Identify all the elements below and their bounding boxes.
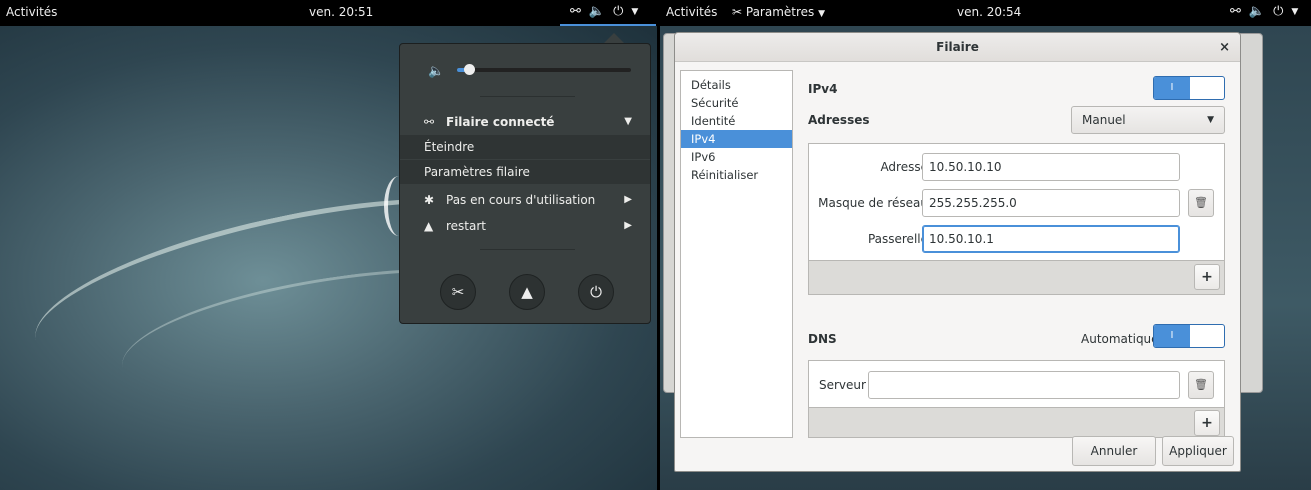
dns-toolbar: + [808, 408, 1225, 438]
network-icon: ⚯ [1230, 4, 1241, 19]
activities-button[interactable]: Activités [6, 5, 57, 19]
menu-item-bluetooth[interactable]: ✱ Pas en cours d'utilisation ▶ [400, 188, 650, 212]
menu-item-turn-off[interactable]: Éteindre [400, 135, 650, 159]
power-icon: ⏻ [613, 4, 624, 19]
dns-box: Serveur 🗑 [808, 360, 1225, 408]
settings-icon: ✂ [451, 283, 465, 301]
bluetooth-icon: ✱ [424, 193, 435, 207]
volume-icon: 🔈 [1248, 4, 1266, 19]
user-label: restart [446, 219, 487, 233]
wired-label: Filaire connecté [446, 115, 555, 129]
menu-item-label: Éteindre [424, 140, 475, 154]
nav-item-security[interactable]: Sécurité [681, 94, 792, 112]
addresses-box: Adresse 10.50.10.10 Masque de réseau 255… [808, 143, 1225, 261]
netmask-field[interactable]: 255.255.255.0 [922, 189, 1180, 217]
trash-icon[interactable]: 🗑 [1188, 189, 1214, 217]
activities-button[interactable]: Activités [666, 5, 717, 19]
separator [480, 96, 575, 97]
menu-item-wired-settings[interactable]: Paramètres filaire [400, 160, 650, 184]
toggle-on: I [1154, 77, 1190, 99]
netmask-label: Masque de réseau [818, 196, 928, 210]
dns-label: DNS [808, 332, 837, 346]
power-icon: ⏻ [590, 283, 602, 301]
bluetooth-label: Pas en cours d'utilisation [446, 193, 596, 207]
trash-icon[interactable]: 🗑 [1188, 371, 1214, 399]
network-icon: ⚯ [424, 115, 435, 129]
toggle-on: I [1154, 325, 1190, 347]
address-field[interactable]: 10.50.10.10 [922, 153, 1180, 181]
nav-item-ipv4[interactable]: IPv4 [681, 130, 792, 148]
volume-slider[interactable] [457, 64, 631, 75]
addresses-toolbar: + [808, 261, 1225, 295]
network-icon: ⚯ [570, 4, 581, 19]
close-icon[interactable]: × [1219, 33, 1230, 62]
nav-item-reset[interactable]: Réinitialiser [681, 166, 792, 184]
dropdown-icon: ▼ [1291, 6, 1299, 17]
addresses-label: Adresses [808, 113, 870, 127]
chevron-right-icon: ▶ [624, 194, 632, 205]
volume-muted-icon: 🔈 [428, 64, 445, 79]
dns-auto-toggle[interactable]: I [1153, 324, 1225, 348]
separator [480, 249, 575, 250]
nav-item-details[interactable]: Détails [681, 76, 792, 94]
ipv4-label: IPv4 [808, 82, 838, 96]
add-dns-button[interactable]: + [1194, 410, 1220, 436]
right-screen: Activités ✂ Paramètres ▼ ven. 20:54 ⚯ 🔈 … [660, 0, 1311, 490]
power-off-button[interactable]: ⏻ [578, 274, 614, 310]
dialog-nav: Détails Sécurité Identité IPv4 IPv6 Réin… [680, 70, 793, 438]
server-field[interactable] [868, 371, 1180, 399]
lock-icon: ▲ [521, 283, 533, 301]
menu-item-wired[interactable]: ⚯ Filaire connecté ▼ [400, 110, 650, 134]
server-label: Serveur [819, 378, 866, 392]
app-menu-label: Paramètres [745, 5, 815, 19]
power-icon: ⏻ [1273, 4, 1284, 19]
status-area[interactable]: ⚯ 🔈 ⏻ ▼ [1230, 4, 1298, 19]
apply-button[interactable]: Appliquer [1162, 436, 1234, 466]
wired-dialog: Filaire × Détails Sécurité Identité IPv4… [674, 32, 1241, 472]
cancel-button[interactable]: Annuler [1072, 436, 1156, 466]
status-area[interactable]: ⚯ 🔈 ⏻ ▼ [570, 4, 638, 19]
add-address-button[interactable]: + [1194, 264, 1220, 290]
menu-item-label: Paramètres filaire [424, 165, 530, 179]
menu-item-user[interactable]: ▲ restart ▶ [400, 214, 650, 238]
settings-button[interactable]: ✂ [440, 274, 476, 310]
system-menu: 🔈 ⚯ Filaire connecté ▼ Éteindre Paramètre… [399, 43, 651, 324]
app-menu[interactable]: ✂ Paramètres ▼ [732, 5, 825, 19]
chevron-down-icon: ▼ [1207, 115, 1214, 125]
settings-icon: ✂ [732, 5, 746, 19]
dropdown-icon: ▼ [818, 9, 826, 19]
dialog-title: Filaire [936, 40, 979, 54]
clock[interactable]: ven. 20:54 [957, 5, 1021, 19]
volume-slider-knob[interactable] [464, 64, 476, 75]
user-icon: ▲ [424, 219, 434, 233]
left-screen: Activités ven. 20:51 ⚯ 🔈 ⏻ ▼ 🔈 ⚯ Filaire … [0, 0, 657, 490]
dropdown-icon: ▼ [631, 6, 639, 17]
nav-item-identity[interactable]: Identité [681, 112, 792, 130]
chevron-down-icon: ▼ [624, 116, 632, 127]
lock-button[interactable]: ▲ [509, 274, 545, 310]
top-bar: Activités ✂ Paramètres ▼ ven. 20:54 ⚯ 🔈 … [660, 0, 1311, 26]
method-select[interactable]: Manuel ▼ [1071, 106, 1225, 134]
gateway-field[interactable]: 10.50.10.1 [922, 225, 1180, 253]
top-bar: Activités ven. 20:51 ⚯ 🔈 ⏻ ▼ [0, 0, 657, 26]
address-label: Adresse [880, 160, 928, 174]
dns-auto-label: Automatique [1081, 332, 1159, 346]
volume-icon: 🔈 [588, 4, 606, 19]
dialog-header: Filaire × [675, 33, 1240, 62]
ipv4-toggle[interactable]: I [1153, 76, 1225, 100]
chevron-right-icon: ▶ [624, 220, 632, 231]
gateway-label: Passerelle [867, 232, 928, 246]
nav-item-ipv6[interactable]: IPv6 [681, 148, 792, 166]
clock[interactable]: ven. 20:51 [309, 5, 373, 19]
method-value: Manuel [1082, 113, 1126, 127]
